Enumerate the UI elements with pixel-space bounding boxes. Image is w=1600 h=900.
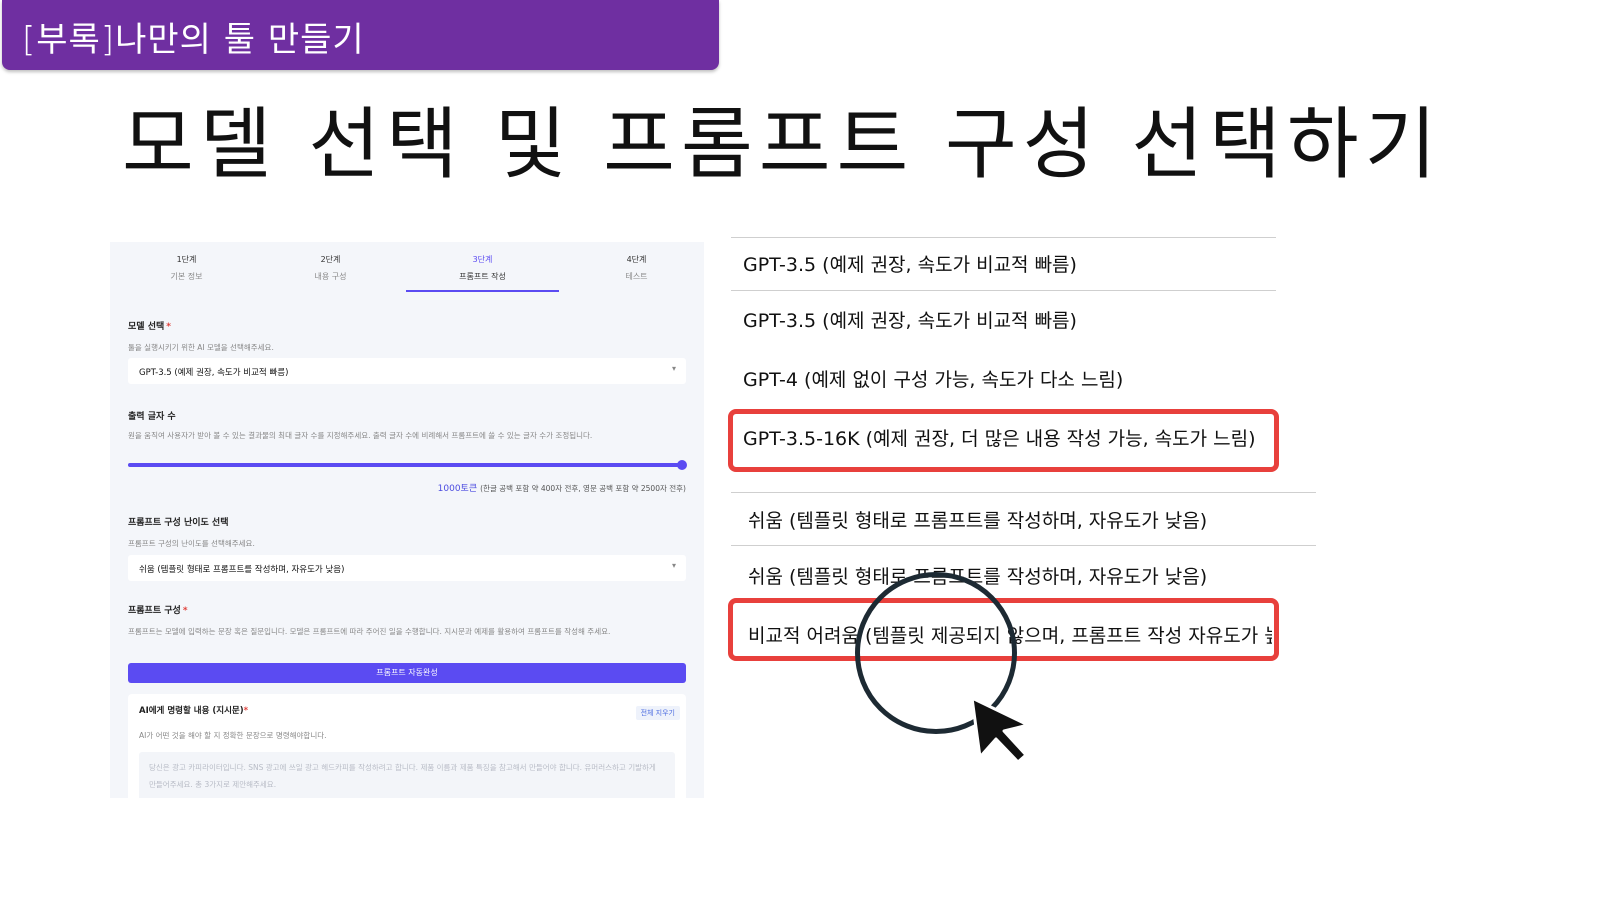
instruction-card: AI에게 명령할 내용 (지시문)* 전체 지우기 AI가 어떤 것을 해야 할… <box>128 694 686 798</box>
clear-all-button[interactable]: 전체 지우기 <box>635 706 680 720</box>
slide-title: 모델 선택 및 프롬프트 구성 선택하기 <box>122 100 1443 190</box>
divider <box>731 492 1316 493</box>
model-option-highlight-box <box>728 409 1279 472</box>
required-mark: * <box>166 322 171 332</box>
step-tabs: 1단계 기본 정보 2단계 내용 구성 3단계 프롬프트 작성 4단계 테스트 <box>110 242 704 298</box>
instruction-title-text: AI에게 명령할 내용 (지시문) <box>139 706 244 716</box>
tool-builder-screenshot: 1단계 기본 정보 2단계 내용 구성 3단계 프롬프트 작성 4단계 테스트 … <box>110 242 704 798</box>
section-tag-banner: [부록]나만의 툴 만들기 <box>2 0 719 70</box>
model-select-value: GPT-3.5 (예제 권장, 속도가 비교적 빠름) <box>139 368 289 378</box>
step-label: 프롬프트 작성 <box>459 272 506 281</box>
divider <box>731 237 1276 238</box>
tab-step-2[interactable]: 2단계 내용 구성 <box>254 242 407 298</box>
model-option[interactable]: GPT-3.5 (예제 권장, 속도가 비교적 빠름) <box>743 306 1077 333</box>
prompt-config-label-text: 프롬프트 구성 <box>128 606 181 616</box>
model-select[interactable]: GPT-3.5 (예제 권장, 속도가 비교적 빠름) ▾ <box>128 358 686 384</box>
instruction-title: AI에게 명령할 내용 (지시문)* <box>139 704 248 716</box>
tab-step-3[interactable]: 3단계 프롬프트 작성 <box>406 242 559 298</box>
difficulty-label: 프롬프트 구성 난이도 선택 <box>128 518 229 528</box>
model-select-label-text: 모델 선택 <box>128 322 165 332</box>
cursor-arrow-icon <box>970 696 1030 764</box>
model-option: GPT-3.5 (예제 권장, 속도가 비교적 빠름) <box>743 254 1077 276</box>
required-mark: * <box>182 606 188 616</box>
instruction-textarea[interactable]: 당신은 광고 카피라이터입니다. SNS 광고에 쓰일 광고 헤드카피를 작성하… <box>139 752 675 798</box>
instruction-hint: AI가 어떤 것을 해야 할 지 정확한 문장으로 명령해야합니다. <box>139 731 327 740</box>
chevron-down-icon: ▾ <box>671 561 676 570</box>
required-mark: * <box>243 706 249 716</box>
output-length-label: 출력 글자 수 <box>128 412 176 422</box>
difficulty-select-value: 쉬움 (템플릿 형태로 프롬프트를 작성하며, 자유도가 낮음) <box>139 565 345 575</box>
difficulty-option: 쉬움 (템플릿 형태로 프롬프트를 작성하며, 자유도가 낮음) <box>748 510 1208 532</box>
step-number: 1단계 <box>176 255 197 264</box>
step-label: 테스트 <box>625 272 648 281</box>
divider <box>731 290 1276 291</box>
tab-step-1[interactable]: 1단계 기본 정보 <box>110 242 263 298</box>
prompt-config-label: 프롬프트 구성 * <box>128 603 188 616</box>
step-number: 4단계 <box>626 255 647 264</box>
tab-step-4[interactable]: 4단계 테스트 <box>560 242 704 298</box>
model-option[interactable]: GPT-4 (예제 없이 구성 가능, 속도가 다소 느림) <box>743 365 1123 392</box>
prompt-config-help: 프롬프트는 모델에 입력하는 문장 혹은 질문입니다. 모델은 프롬프트에 따라… <box>128 627 611 636</box>
model-select-label: 모델 선택 * <box>128 319 171 332</box>
divider <box>731 545 1316 546</box>
step-number: 3단계 <box>472 255 493 264</box>
token-value: 1000토큰 <box>437 484 478 494</box>
output-length-help: 원을 움직여 사용자가 받아 볼 수 있는 결과물의 최대 글자 수를 지정해주… <box>128 431 593 440</box>
difficulty-help: 프롬프트 구성의 난이도를 선택해주세요. <box>128 539 255 548</box>
token-note: (한글 공백 포함 약 400자 전후, 영문 공백 포함 약 2500자 전후… <box>480 484 686 493</box>
prompt-autocomplete-button[interactable]: 프롬프트 자동완성 <box>128 663 686 683</box>
step-label: 기본 정보 <box>170 272 203 281</box>
section-tag-text: [부록]나만의 툴 만들기 <box>22 20 365 60</box>
difficulty-select[interactable]: 쉬움 (템플릿 형태로 프롬프트를 작성하며, 자유도가 낮음) ▾ <box>128 555 686 581</box>
step-label: 내용 구성 <box>314 272 347 281</box>
token-readout: 1000토큰 (한글 공백 포함 약 400자 전후, 영문 공백 포함 약 25… <box>438 481 686 494</box>
step-number: 2단계 <box>320 255 341 264</box>
model-select-help: 툴을 실행시키기 위한 AI 모델을 선택해주세요. <box>128 343 274 352</box>
output-length-slider-thumb[interactable] <box>677 460 687 470</box>
chevron-down-icon: ▾ <box>671 364 676 373</box>
output-length-slider-track[interactable] <box>128 463 682 467</box>
